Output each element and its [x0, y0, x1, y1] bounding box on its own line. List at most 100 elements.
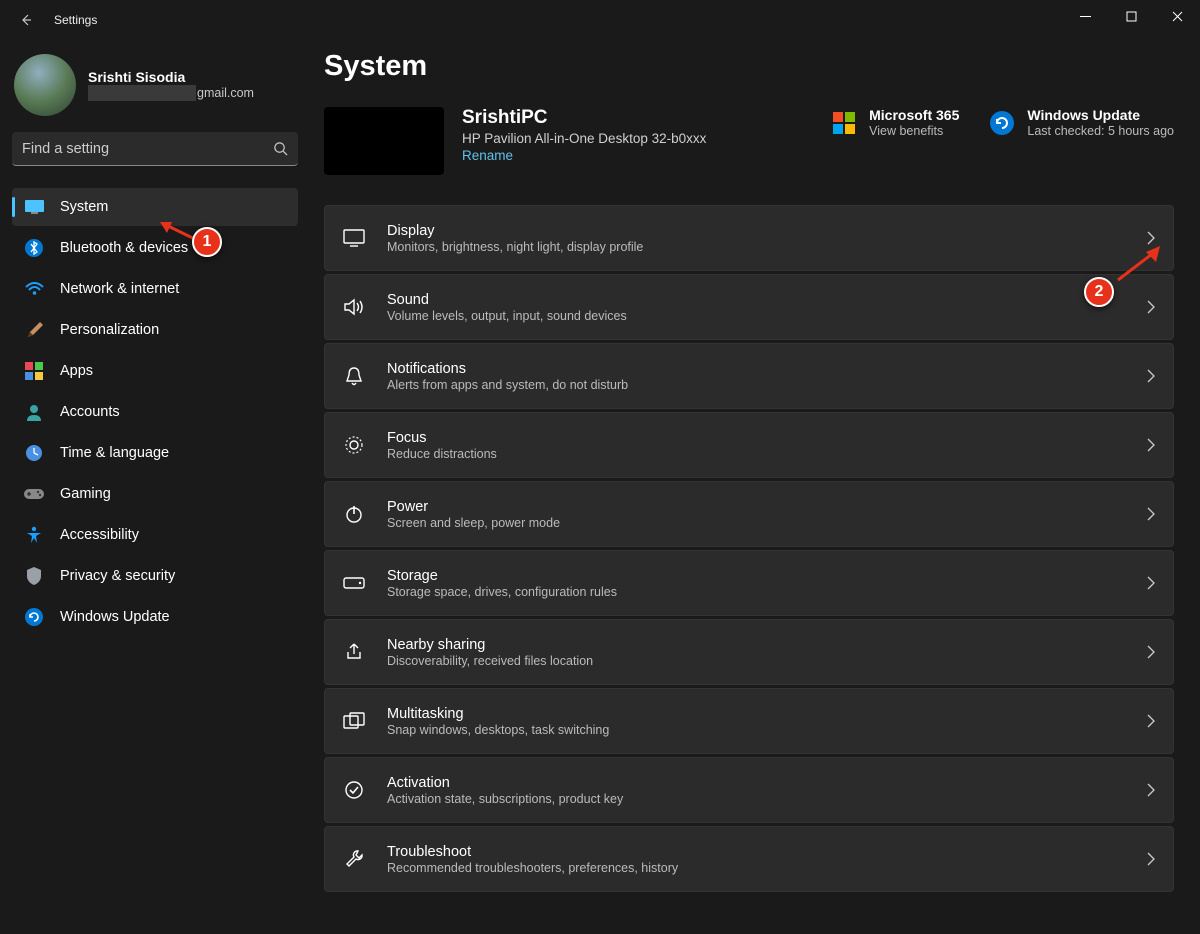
rename-link[interactable]: Rename [462, 148, 513, 163]
page-title: System [324, 50, 1174, 83]
nav-time[interactable]: Time & language [12, 434, 298, 472]
shield-icon [24, 566, 44, 586]
nav-personalization[interactable]: Personalization [12, 311, 298, 349]
widget-m365[interactable]: Microsoft 365 View benefits [831, 107, 959, 138]
system-icon [24, 197, 44, 217]
windows-update-icon [989, 110, 1015, 136]
wifi-icon [24, 279, 44, 299]
update-icon [24, 607, 44, 627]
search-input[interactable] [22, 141, 273, 157]
panel-title: Power [387, 499, 1125, 515]
chevron-right-icon [1147, 645, 1155, 659]
apps-icon [24, 361, 44, 381]
nav-apps[interactable]: Apps [12, 352, 298, 390]
accessibility-icon [24, 525, 44, 545]
chevron-right-icon [1147, 576, 1155, 590]
nav-update[interactable]: Windows Update [12, 598, 298, 636]
brush-icon [24, 320, 44, 340]
nav-accounts[interactable]: Accounts [12, 393, 298, 431]
panel-troubleshoot[interactable]: TroubleshootRecommended troubleshooters,… [324, 826, 1174, 892]
nav-bluetooth[interactable]: Bluetooth & devices [12, 229, 298, 267]
panel-title: Focus [387, 430, 1125, 446]
search-icon [273, 141, 288, 156]
bell-icon [343, 365, 365, 387]
panel-activation[interactable]: ActivationActivation state, subscription… [324, 757, 1174, 823]
nav-gaming[interactable]: Gaming [12, 475, 298, 513]
multitask-icon [343, 710, 365, 732]
back-button[interactable] [18, 12, 48, 28]
nav-label: System [60, 199, 108, 215]
user-email: gmail.com [88, 85, 254, 101]
nav-system[interactable]: System [12, 188, 298, 226]
nav-accessibility[interactable]: Accessibility [12, 516, 298, 554]
pc-name: SrishtiPC [462, 107, 813, 129]
pc-image [324, 107, 444, 175]
widget-sub: Last checked: 5 hours ago [1027, 124, 1174, 138]
panel-title: Display [387, 223, 1125, 239]
panel-sub: Recommended troubleshooters, preferences… [387, 861, 1125, 875]
chevron-right-icon [1147, 369, 1155, 383]
chevron-right-icon [1147, 438, 1155, 452]
close-button[interactable] [1154, 0, 1200, 32]
panel-storage[interactable]: StorageStorage space, drives, configurat… [324, 550, 1174, 616]
chevron-right-icon [1147, 714, 1155, 728]
panel-sub: Volume levels, output, input, sound devi… [387, 309, 1125, 323]
panel-power[interactable]: PowerScreen and sleep, power mode [324, 481, 1174, 547]
minimize-button[interactable] [1062, 0, 1108, 32]
widget-title: Windows Update [1027, 107, 1174, 123]
panel-sub: Storage space, drives, configuration rul… [387, 585, 1125, 599]
nav-label: Privacy & security [60, 568, 175, 584]
panel-title: Troubleshoot [387, 844, 1125, 860]
panel-display[interactable]: DisplayMonitors, brightness, night light… [324, 205, 1174, 271]
share-icon [343, 641, 365, 663]
panel-sub: Alerts from apps and system, do not dist… [387, 378, 1125, 392]
nav-privacy[interactable]: Privacy & security [12, 557, 298, 595]
nav-label: Network & internet [60, 281, 179, 297]
maximize-button[interactable] [1108, 0, 1154, 32]
chevron-right-icon [1147, 507, 1155, 521]
panel-sub: Activation state, subscriptions, product… [387, 792, 1125, 806]
panel-nearby[interactable]: Nearby sharingDiscoverability, received … [324, 619, 1174, 685]
chevron-right-icon [1147, 852, 1155, 866]
panel-sound[interactable]: SoundVolume levels, output, input, sound… [324, 274, 1174, 340]
nav-label: Accessibility [60, 527, 139, 543]
m365-icon [831, 110, 857, 136]
panel-sub: Discoverability, received files location [387, 654, 1125, 668]
widget-update[interactable]: Windows Update Last checked: 5 hours ago [989, 107, 1174, 138]
nav-label: Apps [60, 363, 93, 379]
main-content: System SrishtiPC HP Pavilion All-in-One … [310, 40, 1200, 934]
nav-list: System Bluetooth & devices Network & int… [12, 188, 298, 636]
chevron-right-icon [1147, 300, 1155, 314]
panel-focus[interactable]: FocusReduce distractions [324, 412, 1174, 478]
annotation-marker-2: 2 [1084, 277, 1114, 307]
panel-title: Sound [387, 292, 1125, 308]
pc-model: HP Pavilion All-in-One Desktop 32-b0xxx [462, 131, 813, 146]
user-name: Srishti Sisodia [88, 69, 254, 85]
nav-label: Bluetooth & devices [60, 240, 188, 256]
widget-title: Microsoft 365 [869, 107, 959, 123]
nav-label: Personalization [60, 322, 159, 338]
search-box[interactable] [12, 132, 298, 166]
chevron-right-icon [1147, 231, 1155, 245]
nav-label: Windows Update [60, 609, 170, 625]
chevron-right-icon [1147, 783, 1155, 797]
user-account-header[interactable]: Srishti Sisodia gmail.com [14, 54, 298, 116]
display-icon [343, 227, 365, 249]
system-header: SrishtiPC HP Pavilion All-in-One Desktop… [324, 107, 1174, 175]
panel-title: Storage [387, 568, 1125, 584]
annotation-marker-1: 1 [192, 227, 222, 257]
panel-sub: Screen and sleep, power mode [387, 516, 1125, 530]
window-controls [1062, 0, 1200, 32]
panel-multitask[interactable]: MultitaskingSnap windows, desktops, task… [324, 688, 1174, 754]
window-title: Settings [48, 13, 97, 27]
panel-list: DisplayMonitors, brightness, night light… [324, 205, 1174, 892]
nav-network[interactable]: Network & internet [12, 270, 298, 308]
widget-sub: View benefits [869, 124, 959, 138]
gaming-icon [24, 484, 44, 504]
panel-title: Multitasking [387, 706, 1125, 722]
panel-notifications[interactable]: NotificationsAlerts from apps and system… [324, 343, 1174, 409]
panel-sub: Snap windows, desktops, task switching [387, 723, 1125, 737]
panel-sub: Reduce distractions [387, 447, 1125, 461]
nav-label: Gaming [60, 486, 111, 502]
nav-label: Accounts [60, 404, 120, 420]
